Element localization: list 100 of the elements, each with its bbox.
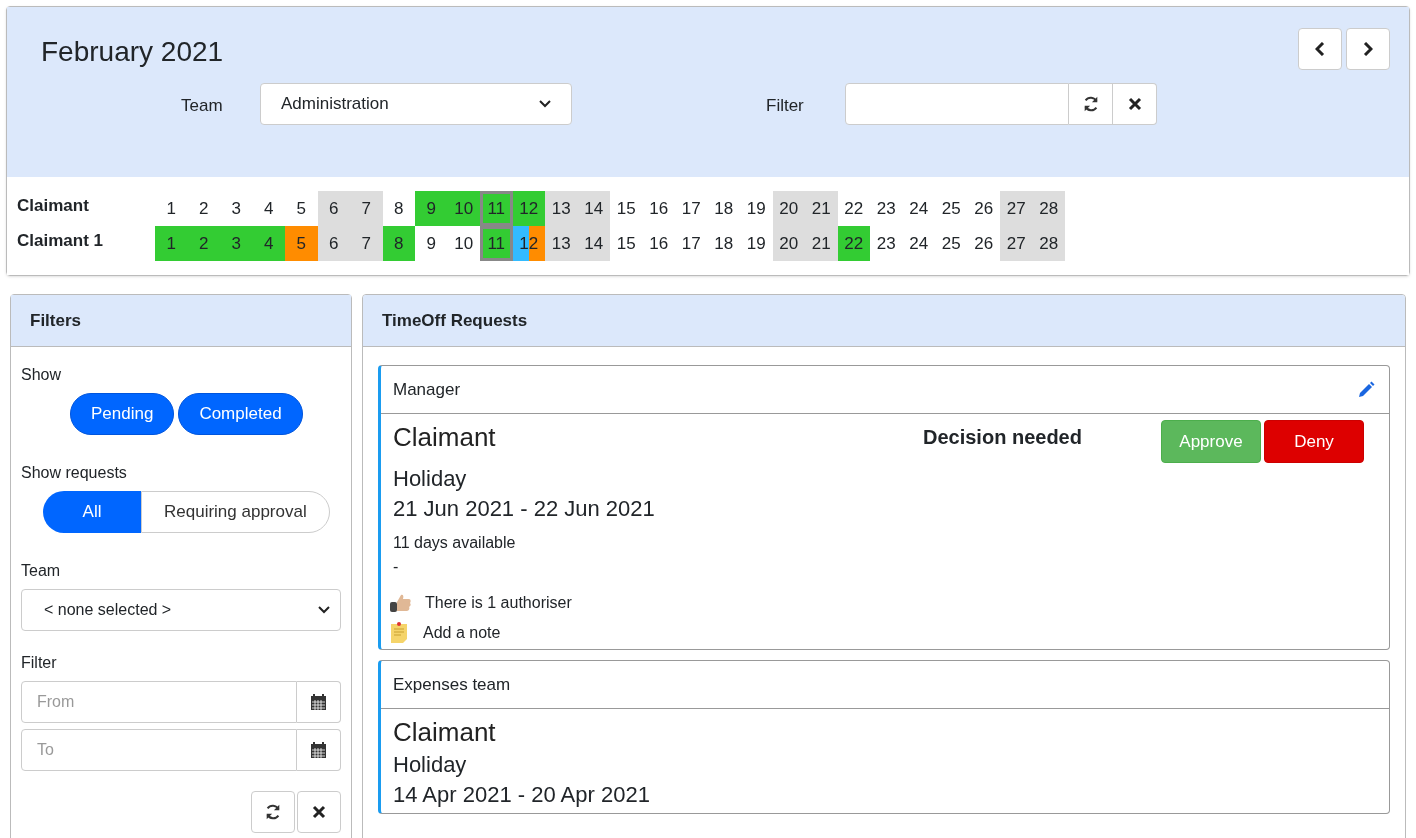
day-cell[interactable]: 11 xyxy=(480,226,513,261)
day-cell[interactable]: 15 xyxy=(610,191,643,226)
day-cell[interactable]: 12 xyxy=(512,191,545,226)
day-cell[interactable]: 17 xyxy=(675,226,708,261)
day-cell[interactable]: 6 xyxy=(317,191,350,226)
day-cell[interactable]: 24 xyxy=(902,191,935,226)
day-cell[interactable]: 9 xyxy=(415,226,448,261)
day-cell[interactable]: 13 xyxy=(545,226,578,261)
day-cell[interactable]: 8 xyxy=(382,191,415,226)
day-cell[interactable]: 20 xyxy=(772,226,805,261)
claimant-name: Claimant xyxy=(393,421,497,454)
day-cell[interactable]: 26 xyxy=(967,191,1000,226)
day-cell[interactable]: 14 xyxy=(577,191,610,226)
day-cell[interactable]: 22 xyxy=(837,191,870,226)
day-cell[interactable]: 23 xyxy=(870,191,903,226)
day-cell[interactable]: 16 xyxy=(642,191,675,226)
day-cell[interactable]: 5 xyxy=(285,226,318,261)
day-cell[interactable]: 19 xyxy=(740,226,773,261)
previous-month-button[interactable] xyxy=(1298,28,1342,70)
day-cell[interactable]: 28 xyxy=(1032,226,1065,261)
day-cell[interactable]: 21 xyxy=(805,226,838,261)
day-cell[interactable]: 13 xyxy=(545,191,578,226)
calendar-button[interactable] xyxy=(297,681,341,723)
day-cell[interactable]: 21 xyxy=(805,191,838,226)
day-cell[interactable]: 1 xyxy=(155,191,188,226)
day-cell[interactable]: 7 xyxy=(350,191,383,226)
approver-group: Manager xyxy=(393,376,461,403)
edit-icon[interactable] xyxy=(1357,380,1375,399)
day-cell[interactable]: 4 xyxy=(252,191,285,226)
day-cell[interactable]: 5 xyxy=(285,191,318,226)
day-cell[interactable]: 27 xyxy=(1000,191,1033,226)
team-select[interactable]: Administration xyxy=(260,83,572,125)
day-cell[interactable]: 12 xyxy=(512,226,545,261)
calendar-button[interactable] xyxy=(297,729,341,771)
day-cell[interactable]: 14 xyxy=(577,226,610,261)
clear-button[interactable] xyxy=(297,791,341,833)
day-cell[interactable]: 10 xyxy=(447,191,480,226)
day-cell[interactable]: 18 xyxy=(707,226,740,261)
requests-toggle[interactable]: All xyxy=(43,491,141,533)
request-dates: 21 Jun 2021 - 22 Jun 2021 xyxy=(393,495,656,523)
day-cell[interactable]: 4 xyxy=(252,226,285,261)
day-cell[interactable]: 24 xyxy=(902,226,935,261)
requests-toggle[interactable]: Requiring approval xyxy=(141,491,330,533)
day-cell[interactable]: 26 xyxy=(967,226,1000,261)
days-available: 11 days available xyxy=(393,533,517,553)
day-cell[interactable]: 3 xyxy=(220,191,253,226)
day-cell[interactable]: 25 xyxy=(935,226,968,261)
add-note-link[interactable]: Add a note xyxy=(423,621,501,645)
day-cell[interactable]: 10 xyxy=(447,226,480,261)
day-cell[interactable]: 17 xyxy=(675,191,708,226)
thumbs-up-icon xyxy=(389,592,413,614)
refresh-button[interactable] xyxy=(1069,83,1113,125)
team-label: Team xyxy=(21,561,62,581)
day-cell[interactable]: 8 xyxy=(382,226,415,261)
clear-button[interactable] xyxy=(1113,83,1157,125)
team-select[interactable]: < none selected > xyxy=(21,589,341,631)
filters-title: Filters xyxy=(11,295,351,347)
day-cell[interactable]: 25 xyxy=(935,191,968,226)
next-month-button[interactable] xyxy=(1346,28,1390,70)
approver-group: Expenses team xyxy=(393,671,511,698)
date-field[interactable]: To xyxy=(21,729,297,771)
day-cell[interactable]: 6 xyxy=(317,226,350,261)
day-cell[interactable]: 20 xyxy=(772,191,805,226)
month-title: February 2021 xyxy=(41,35,224,69)
date-field[interactable]: From xyxy=(21,681,297,723)
request-dates: 14 Apr 2021 - 20 Apr 2021 xyxy=(393,781,651,809)
day-cell[interactable]: 27 xyxy=(1000,226,1033,261)
team-label: Team xyxy=(181,95,223,117)
day-cell[interactable]: 1 xyxy=(155,226,188,261)
day-cell[interactable]: 7 xyxy=(350,226,383,261)
request-type: Holiday xyxy=(393,465,468,493)
refresh-icon xyxy=(264,803,282,821)
deny-button[interactable]: Deny xyxy=(1264,420,1364,463)
refresh-button[interactable] xyxy=(251,791,295,833)
day-cell[interactable]: 23 xyxy=(870,226,903,261)
filter-field[interactable] xyxy=(845,83,1069,125)
chevron-left-icon xyxy=(1315,42,1325,56)
day-cell[interactable]: 9 xyxy=(415,191,448,226)
caret-icon xyxy=(318,606,330,614)
status-toggle[interactable]: Pending xyxy=(70,393,175,435)
claimant-name: Claimant xyxy=(17,194,90,217)
day-cell[interactable]: 22 xyxy=(837,226,870,261)
day-cell[interactable]: 2 xyxy=(187,226,220,261)
request-type: Holiday xyxy=(393,751,468,779)
claimant-name: Claimant xyxy=(393,716,497,749)
chevron-right-icon xyxy=(1363,42,1373,56)
day-cell[interactable]: 2 xyxy=(187,191,220,226)
day-cell[interactable]: 19 xyxy=(740,191,773,226)
calendar-icon xyxy=(310,693,327,711)
close-icon xyxy=(1127,97,1142,111)
day-cell[interactable]: 15 xyxy=(610,226,643,261)
day-cell[interactable]: 16 xyxy=(642,226,675,261)
day-cell[interactable]: 11 xyxy=(480,191,513,226)
filter-label: Filter xyxy=(21,653,58,673)
day-cell[interactable]: 3 xyxy=(220,226,253,261)
status-toggle[interactable]: Completed xyxy=(178,393,303,435)
caret-icon xyxy=(539,100,551,108)
show-label: Show xyxy=(21,365,63,385)
day-cell[interactable]: 18 xyxy=(707,191,740,226)
day-cell[interactable]: 28 xyxy=(1032,191,1065,226)
